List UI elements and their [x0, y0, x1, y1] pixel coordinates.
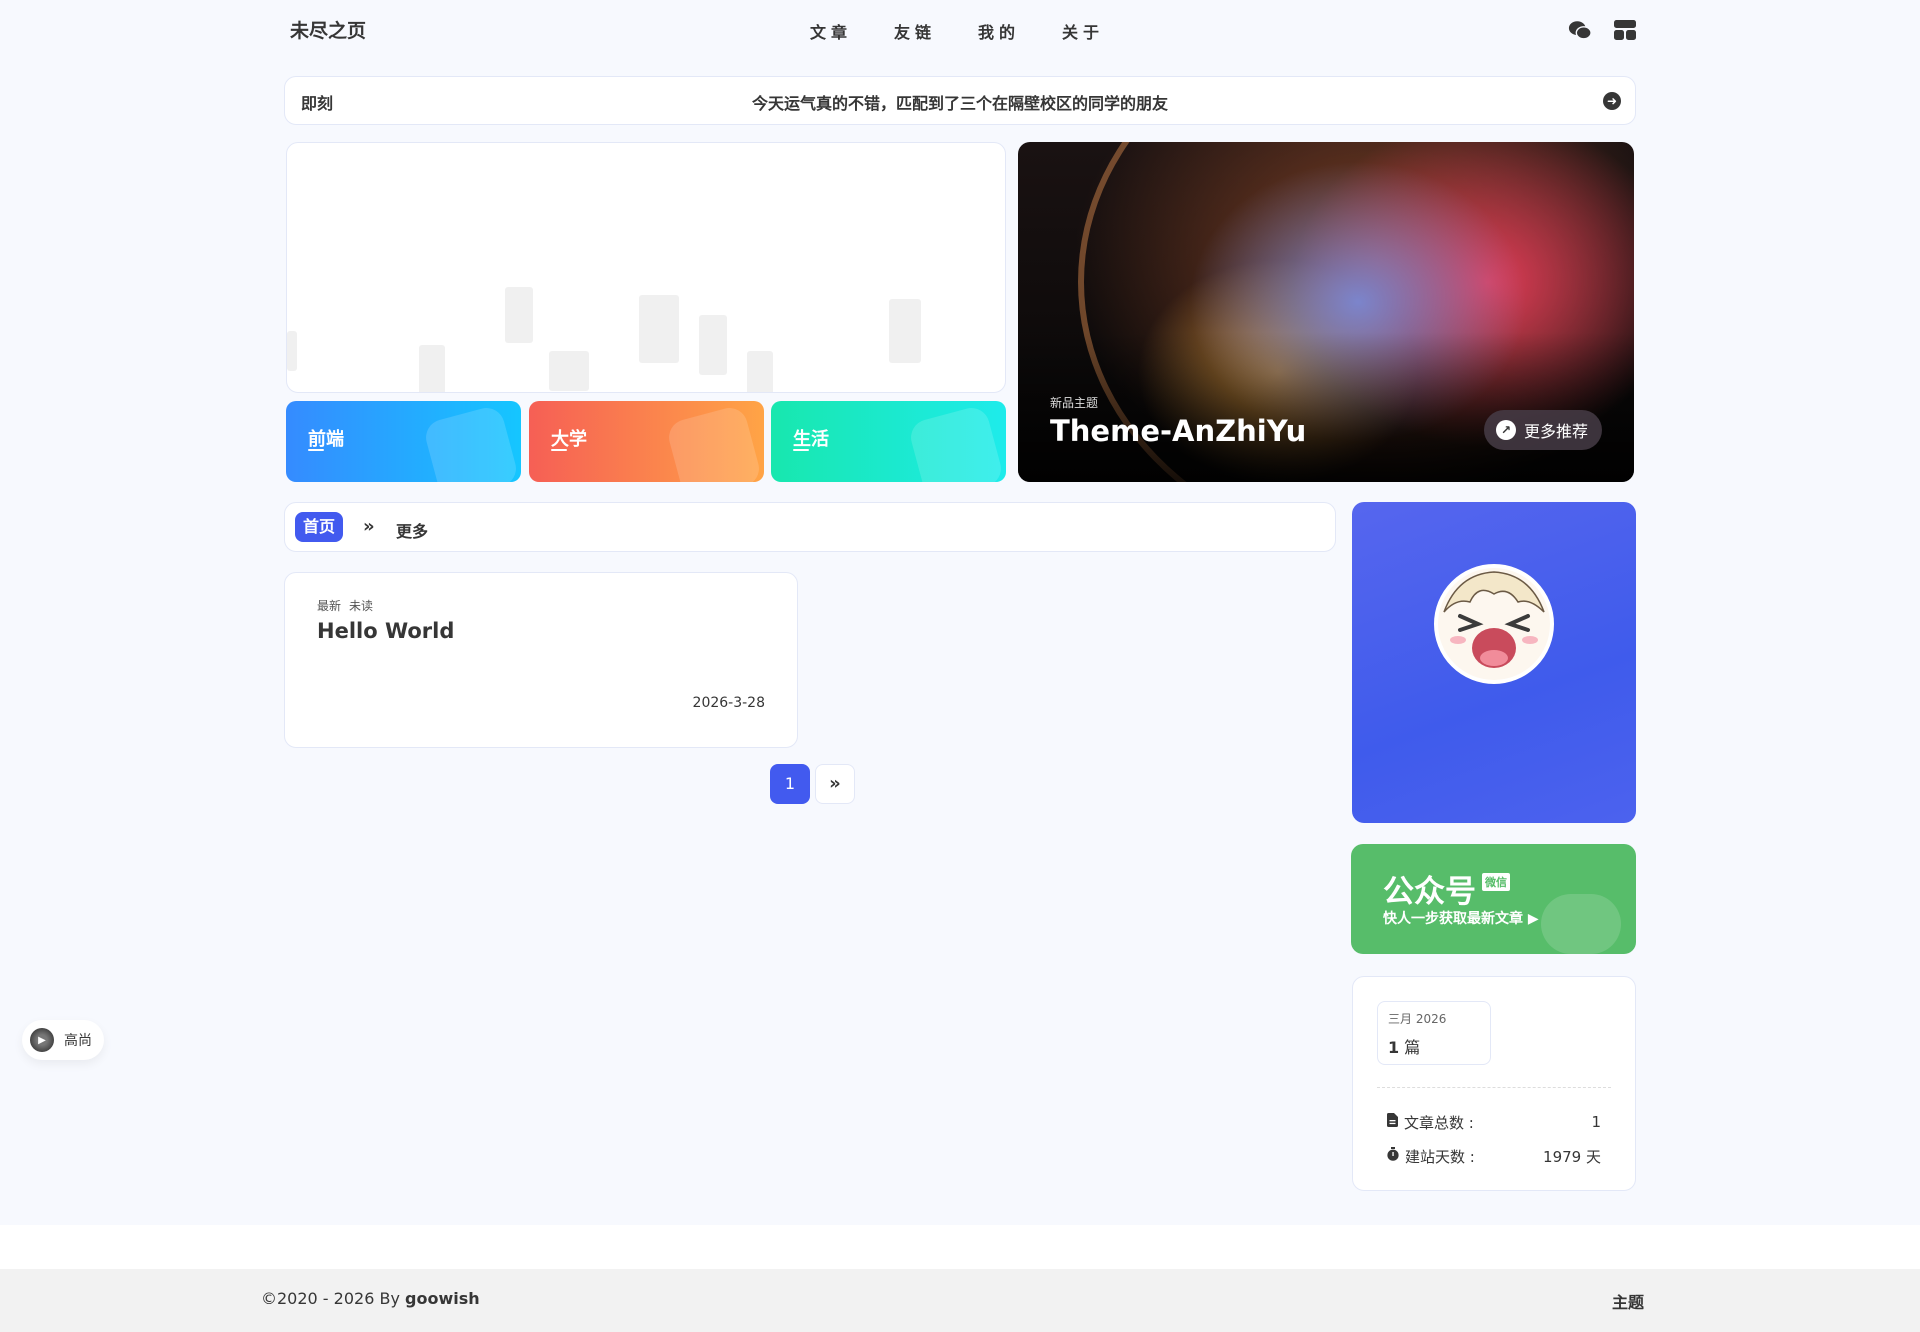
skill-tile [889, 299, 921, 363]
music-title: 高尚 [64, 1033, 92, 1049]
skills-card [286, 142, 1006, 393]
play-icon[interactable]: ▶ [30, 1028, 54, 1052]
wechat-icon[interactable] [1568, 19, 1592, 41]
category-label: 大学 [551, 429, 587, 450]
category-label: 生活 [793, 429, 829, 450]
menu-item-links[interactable]: 友链 [894, 19, 978, 43]
category-underline [793, 449, 809, 451]
announcement-bar: 即刻 今天运气真的不错，匹配到了三个在隔壁校区的同学的朋友 ➜ [284, 76, 1636, 125]
more-recommend-button[interactable]: ↗ 更多推荐 [1483, 410, 1602, 450]
post-date: 2026-3-28 [692, 695, 765, 711]
wechat-badge: 微信 [1482, 873, 1510, 891]
site-title[interactable]: 未尽之页 [290, 16, 366, 43]
category-underline [551, 449, 567, 451]
stat-value: 1 [1591, 1113, 1601, 1131]
post-tag-newest: 最新 [317, 599, 342, 613]
skill-tile [747, 351, 773, 392]
archive-month-label: 三月 2026 [1388, 1012, 1447, 1026]
document-icon [1387, 1113, 1398, 1131]
footer: ©2020 - 2026 By goowish 主题 [0, 1269, 1920, 1332]
music-player[interactable]: ▶ 高尚 [22, 1020, 104, 1060]
wechat-official-account-card[interactable]: 公众号 微信 快人一步获取最新文章 ▶ [1351, 844, 1636, 954]
wechat-card-title: 公众号 [1383, 874, 1476, 910]
avatar[interactable] [1434, 564, 1554, 684]
home-tab[interactable]: 首页 [295, 512, 344, 542]
skill-tile [419, 345, 445, 392]
divider [1377, 1087, 1611, 1088]
arrow-up-right-icon: ↗ [1495, 420, 1516, 440]
document-icon [907, 404, 1005, 482]
banner-tag: 新品主题 [1050, 396, 1099, 410]
menu-item-mine[interactable]: 我的 [978, 19, 1062, 43]
archive-count-value: 1 [1388, 1038, 1400, 1057]
stat-label: 文章总数 : [1404, 1113, 1474, 1132]
post-tags: 最新 未读 [317, 597, 373, 614]
archive-month-count: 1 篇 [1388, 1034, 1420, 1058]
twitter-bird-icon [422, 404, 520, 482]
author-card [1352, 502, 1636, 823]
archive-count-unit: 篇 [1404, 1038, 1421, 1057]
post-title[interactable]: Hello World [317, 619, 454, 643]
archive-card: 三月 2026 1 篇 文章总数 : 1 建站天数 : 1979 天 [1352, 976, 1636, 1191]
featured-banner[interactable]: 新品主题 Theme-AnZhiYu ↗ 更多推荐 [1018, 142, 1634, 482]
skill-tile [505, 287, 533, 343]
wechat-card-subtitle: 快人一步获取最新文章 ▶ [1383, 911, 1539, 927]
skill-tile [287, 331, 297, 371]
page-1-button[interactable]: 1 [770, 764, 810, 804]
skill-tile [639, 295, 679, 363]
copyright: ©2020 - 2026 By goowish [261, 1289, 480, 1308]
category-bar: 首页 » 更多 [284, 502, 1336, 552]
post-card[interactable]: 最新 未读 Hello World 2026-3-28 [284, 572, 798, 748]
layout-icon[interactable] [1613, 19, 1637, 41]
stat-value: 1979 天 [1543, 1147, 1601, 1166]
top-nav: 未尽之页 文章 友链 我的 关于 [0, 0, 1920, 60]
stat-row-days: 建站天数 : 1979 天 [1387, 1145, 1601, 1167]
category-card-frontend[interactable]: 前端 [286, 401, 521, 482]
banner-shade [1018, 332, 1634, 482]
copyright-prefix: ©2020 - 2026 By [261, 1289, 405, 1308]
main-menu: 文章 友链 我的 关于 [810, 19, 1146, 43]
category-label: 前端 [308, 429, 344, 450]
flame-icon [665, 404, 763, 482]
announcement-text[interactable]: 今天运气真的不错，匹配到了三个在隔壁校区的同学的朋友 [285, 90, 1635, 114]
footer-spacer [0, 1225, 1920, 1269]
footer-theme-link[interactable]: 主题 [1612, 1289, 1644, 1313]
post-tag-unread: 未读 [349, 599, 374, 613]
footer-author-link[interactable]: goowish [405, 1289, 480, 1308]
wechat-icon [1541, 894, 1621, 954]
more-categories-link[interactable]: 更多 [396, 518, 428, 542]
stat-row-posts: 文章总数 : 1 [1387, 1111, 1601, 1133]
archive-month-item[interactable]: 三月 2026 1 篇 [1377, 1001, 1491, 1065]
more-recommend-label: 更多推荐 [1523, 422, 1588, 441]
banner-title: Theme-AnZhiYu [1050, 414, 1307, 448]
stopwatch-icon [1387, 1147, 1399, 1165]
next-page-button[interactable]: » [815, 764, 855, 804]
double-chevron-right-icon[interactable]: » [363, 516, 375, 537]
menu-item-articles[interactable]: 文章 [810, 19, 894, 43]
arrow-right-icon[interactable]: ➜ [1603, 92, 1621, 110]
skill-tile [549, 351, 589, 391]
stat-label: 建站天数 : [1405, 1147, 1475, 1166]
menu-item-about[interactable]: 关于 [1062, 19, 1146, 43]
category-card-university[interactable]: 大学 [529, 401, 764, 482]
category-underline [308, 449, 324, 451]
skill-tile [699, 315, 727, 375]
category-card-life[interactable]: 生活 [771, 401, 1006, 482]
